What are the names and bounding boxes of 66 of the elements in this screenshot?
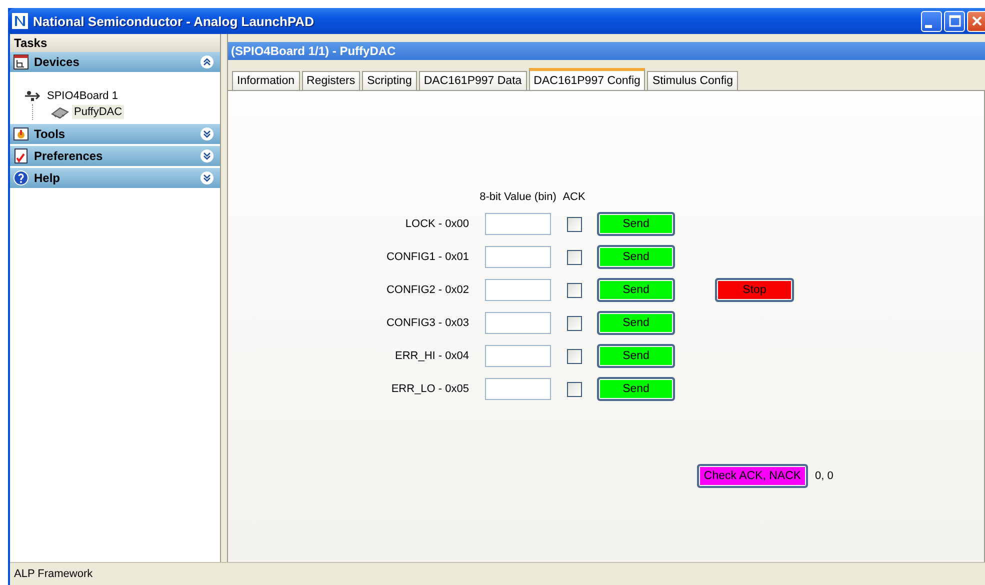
minimize-button[interactable]: [921, 10, 942, 32]
tab[interactable]: Registers: [302, 71, 360, 90]
tree-diagram-icon: [13, 54, 29, 70]
register-label: ERR_LO - 0x05: [390, 383, 469, 395]
column-header: 8-bit Value (bin): [480, 191, 556, 203]
usb-icon: [24, 89, 42, 103]
maximize-button[interactable]: [944, 10, 965, 32]
expand-icon[interactable]: [200, 149, 214, 163]
tab[interactable]: Information: [232, 71, 300, 90]
value-field[interactable]: [485, 279, 551, 301]
send-button[interactable]: Send: [597, 344, 675, 368]
stop-button[interactable]: Stop: [715, 278, 794, 302]
send-button[interactable]: Send: [597, 245, 675, 269]
maximize-icon: [948, 15, 960, 27]
ack-checkbox[interactable]: [567, 316, 582, 330]
value-field[interactable]: [485, 378, 551, 400]
help-icon: [13, 170, 29, 186]
register-label: ERR_HI - 0x04: [394, 350, 469, 362]
tree-item[interactable]: PuffyDAC: [72, 105, 124, 119]
expand-icon[interactable]: [200, 127, 214, 141]
ack-result: 0, 0: [815, 470, 834, 482]
register-label: CONFIG3 - 0x03: [385, 317, 469, 329]
section-title: Tools: [34, 127, 66, 141]
register-label: CONFIG1 - 0x01: [385, 251, 469, 263]
tab[interactable]: Scripting: [362, 71, 417, 90]
value-field[interactable]: [485, 246, 551, 268]
tab[interactable]: DAC161P997 Config: [528, 68, 646, 90]
section-header[interactable]: Help: [10, 168, 220, 188]
send-button[interactable]: Send: [597, 377, 675, 401]
ack-checkbox[interactable]: [567, 250, 582, 264]
ack-checkbox[interactable]: [567, 382, 582, 396]
section-header[interactable]: Devices: [10, 52, 220, 72]
tab[interactable]: DAC161P997 Data: [418, 71, 527, 90]
app-logo-icon: [12, 13, 28, 29]
close-icon: [970, 15, 982, 27]
column-header: ACK: [562, 191, 586, 203]
tree-item[interactable]: SPIO4Board 1: [45, 89, 120, 103]
send-button[interactable]: Send: [597, 311, 675, 335]
check-ack-button[interactable]: Check ACK, NACK: [697, 464, 808, 488]
value-field[interactable]: [485, 345, 551, 367]
status-bar: ALP Framework: [10, 562, 985, 585]
close-button[interactable]: [967, 10, 985, 32]
checklist-icon: [13, 148, 29, 164]
ack-checkbox[interactable]: [567, 216, 582, 232]
value-field[interactable]: [485, 213, 551, 235]
section-title: Help: [34, 171, 62, 185]
ack-checkbox[interactable]: [567, 348, 582, 364]
value-field[interactable]: [485, 312, 551, 334]
section-header[interactable]: Preferences: [10, 146, 220, 166]
section-title: Devices: [34, 55, 80, 69]
ack-checkbox[interactable]: [567, 282, 582, 298]
panel-title: (SPIO4Board 1/1) - PuffyDAC: [228, 42, 985, 60]
expand-icon[interactable]: [200, 171, 214, 185]
section-header[interactable]: Tools: [10, 124, 220, 144]
register-label: LOCK - 0x00: [404, 218, 469, 230]
pane-title: Tasks: [10, 34, 220, 52]
send-button[interactable]: Send: [597, 278, 675, 302]
tab[interactable]: Stimulus Config: [647, 71, 738, 90]
power-icon: [13, 126, 29, 142]
chip-icon: [51, 105, 69, 119]
register-label: CONFIG2 - 0x02: [385, 284, 469, 296]
collapse-icon[interactable]: [200, 55, 214, 69]
window-title: National Semiconductor - Analog LaunchPAD: [33, 14, 315, 28]
send-button[interactable]: Send: [597, 212, 675, 236]
minimize-icon: [925, 24, 932, 28]
section-title: Preferences: [34, 149, 104, 163]
